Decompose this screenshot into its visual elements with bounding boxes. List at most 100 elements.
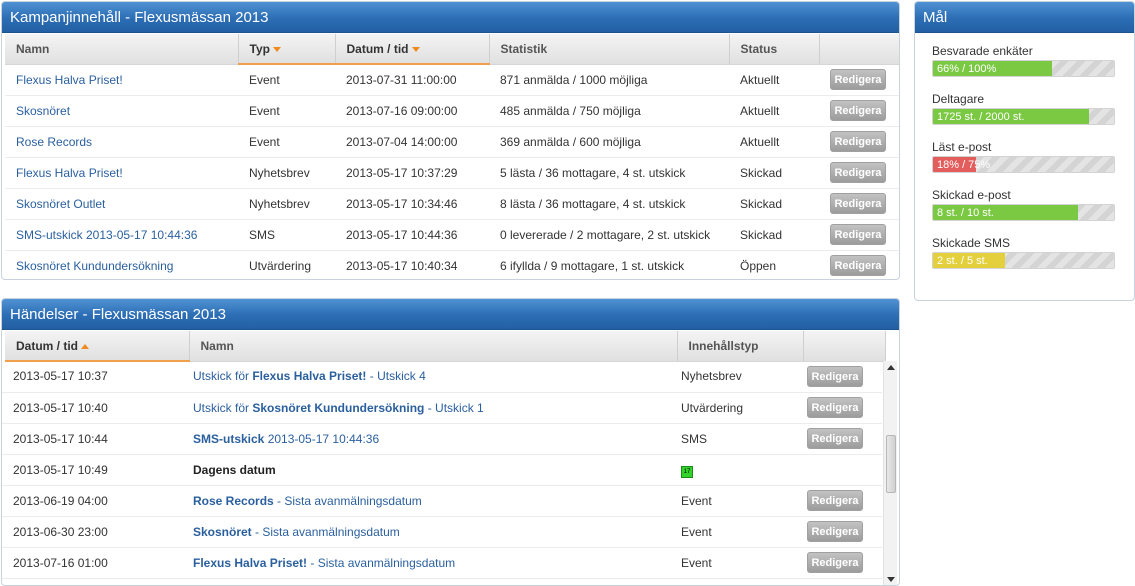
cell-content-type: SMS bbox=[670, 423, 796, 455]
edit-button[interactable]: Redigera bbox=[830, 193, 886, 214]
cell-content-type: Utvärdering bbox=[670, 392, 796, 424]
edit-button[interactable]: Redigera bbox=[807, 365, 863, 387]
cell-name[interactable]: Utskick för Flexus Halva Priset! - Utski… bbox=[182, 361, 670, 393]
column-label: Status bbox=[740, 41, 778, 56]
content-link[interactable]: Flexus Halva Priset! bbox=[16, 166, 123, 180]
cell-name: SMS-utskick 2013-05-17 10:44:36 bbox=[5, 219, 238, 251]
column-label: Innehållstyp bbox=[688, 338, 759, 353]
table-row: 2013-05-17 10:40 Utskick för Skosnöret Ku… bbox=[2, 392, 882, 424]
cell-name: Dagens datum bbox=[182, 454, 670, 486]
cell-datetime: 2013-05-17 10:40:34 bbox=[335, 250, 489, 279]
cell-actions bbox=[796, 454, 882, 486]
cell-actions: Redigera bbox=[819, 219, 899, 251]
table-row: 2013-05-17 10:44 SMS-utskick 2013-05-17 1… bbox=[2, 423, 882, 455]
events-panel-title: Händelser - Flexusmässan 2013 bbox=[2, 299, 899, 330]
calendar-icon: 17 bbox=[681, 465, 693, 478]
content-link[interactable]: Skosnöret Outlet bbox=[16, 197, 105, 211]
cell-status: Aktuellt bbox=[729, 126, 819, 158]
column-header-name[interactable]: Namn bbox=[5, 34, 239, 65]
scroll-thumb[interactable] bbox=[886, 435, 896, 493]
cell-name: Skosnöret Kundundersökning bbox=[5, 250, 238, 279]
content-type-label: Event bbox=[681, 524, 712, 539]
goal-value: 8 st. / 10 st. bbox=[937, 207, 994, 219]
table-row: Flexus Halva Priset! Nyhetsbrev 2013-05-17… bbox=[5, 157, 899, 189]
cell-datetime: 2013-05-17 10:44:36 bbox=[335, 219, 489, 251]
table-row: 2013-05-17 10:37 Utskick för Flexus Halva… bbox=[2, 361, 882, 393]
cell-content-type: Event bbox=[670, 547, 796, 579]
column-header-actions bbox=[803, 331, 886, 362]
cell-actions: Redigera bbox=[796, 361, 882, 393]
campaign-panel-title: Kampanjinnehåll - Flexusmässan 2013 bbox=[2, 2, 899, 33]
event-suffix: - Sista avanmälningsdatum bbox=[307, 555, 456, 570]
scroll-up-icon[interactable] bbox=[887, 365, 895, 370]
cell-datetime: 2013-05-17 10:34:46 bbox=[335, 188, 489, 220]
event-title: Dagens datum bbox=[193, 462, 276, 477]
goal-label: Läst e-post bbox=[932, 140, 992, 154]
events-list[interactable]: 2013-05-17 10:37 Utskick för Flexus Halva… bbox=[2, 361, 882, 585]
campaign-table-header: Namn Typ Datum / tid Statistik Status bbox=[5, 34, 899, 65]
table-row: Skosnöret Kundundersökning Utvärdering 201… bbox=[5, 250, 899, 279]
edit-button[interactable]: Redigera bbox=[830, 100, 886, 121]
cell-datetime: 2013-06-30 23:00 bbox=[2, 516, 182, 548]
table-row: 2013-07-16 01:00 Flexus Halva Priset! - S… bbox=[2, 547, 882, 579]
goal-label: Deltagare bbox=[932, 92, 985, 106]
event-suffix: 2013-05-17 10:44:36 bbox=[264, 431, 380, 446]
cell-name[interactable]: Skosnöret - Sista avanmälningsdatum bbox=[182, 516, 670, 548]
content-link[interactable]: SMS-utskick 2013-05-17 10:44:36 bbox=[16, 228, 197, 242]
cell-datetime: 2013-05-17 10:44 bbox=[2, 423, 182, 455]
cell-actions: Redigera bbox=[796, 485, 882, 517]
event-prefix: Utskick för bbox=[193, 400, 253, 415]
column-header-datetime[interactable]: Datum / tid bbox=[335, 34, 490, 65]
cell-actions: Redigera bbox=[819, 250, 899, 279]
column-label: Typ bbox=[249, 41, 270, 56]
goal-value: 2 st. / 5 st. bbox=[937, 255, 988, 267]
goal-item: Skickade SMS 2 st. / 5 st. bbox=[932, 236, 1117, 269]
cell-name[interactable]: SMS-utskick 2013-05-17 10:44:36 bbox=[182, 423, 670, 455]
edit-button[interactable]: Redigera bbox=[807, 428, 863, 449]
edit-button[interactable]: Redigera bbox=[807, 552, 863, 573]
cell-datetime: 2013-05-17 10:40 bbox=[2, 392, 182, 424]
cell-actions: Redigera bbox=[796, 516, 882, 548]
cell-stats: 6 ifyllda / 9 mottagare, 1 st. utskick bbox=[489, 250, 729, 279]
edit-button[interactable]: Redigera bbox=[807, 397, 863, 418]
edit-button[interactable]: Redigera bbox=[807, 521, 863, 542]
edit-button[interactable]: Redigera bbox=[830, 69, 886, 90]
column-label: Namn bbox=[16, 41, 50, 56]
cell-name[interactable]: Flexus Halva Priset! - Sista avanmälning… bbox=[182, 547, 670, 579]
edit-button[interactable]: Redigera bbox=[830, 162, 886, 183]
column-header-type[interactable]: Typ bbox=[238, 34, 336, 65]
edit-button[interactable]: Redigera bbox=[830, 224, 886, 245]
scroll-down-icon[interactable] bbox=[887, 577, 895, 582]
content-link[interactable]: Rose Records bbox=[16, 135, 92, 149]
column-header-status[interactable]: Status bbox=[729, 34, 820, 65]
goal-item: Besvarade enkäter 66% / 100% bbox=[932, 44, 1117, 77]
cell-actions: Redigera bbox=[796, 423, 882, 455]
column-header-stats[interactable]: Statistik bbox=[489, 34, 730, 65]
table-row: Rose Records Event 2013-07-04 14:00:00 369 … bbox=[5, 126, 899, 158]
edit-button[interactable]: Redigera bbox=[807, 490, 863, 511]
edit-button[interactable]: Redigera bbox=[830, 131, 886, 152]
cell-name: Skosnöret bbox=[5, 95, 238, 127]
cell-name[interactable]: Utskick för Skosnöret Kundundersökning -… bbox=[182, 392, 670, 424]
cell-type: Nyhetsbrev bbox=[238, 188, 335, 220]
edit-button[interactable]: Redigera bbox=[830, 255, 886, 276]
content-link[interactable]: Flexus Halva Priset! bbox=[16, 73, 123, 87]
cell-type: Event bbox=[238, 126, 335, 158]
column-header-content-type[interactable]: Innehållstyp bbox=[677, 331, 804, 362]
column-header-name[interactable]: Namn bbox=[189, 331, 678, 362]
goal-item: Skickad e-post 8 st. / 10 st. bbox=[932, 188, 1117, 221]
cell-name: Flexus Halva Priset! bbox=[5, 157, 238, 189]
cell-datetime: 2013-07-04 14:00:00 bbox=[335, 126, 489, 158]
content-link[interactable]: Skosnöret Kundundersökning bbox=[16, 259, 173, 273]
cell-name[interactable]: Rose Records - Sista avanmälningsdatum bbox=[182, 485, 670, 517]
cell-status: Aktuellt bbox=[729, 64, 819, 96]
campaign-panel: Kampanjinnehåll - Flexusmässan 2013 Namn… bbox=[1, 1, 900, 280]
content-link[interactable]: Skosnöret bbox=[16, 104, 70, 118]
column-header-datetime[interactable]: Datum / tid bbox=[5, 331, 190, 362]
events-scrollbar[interactable] bbox=[883, 361, 897, 585]
cell-name: Skosnöret Outlet bbox=[5, 188, 238, 220]
table-row: Skosnöret Outlet Nyhetsbrev 2013-05-17 10:… bbox=[5, 188, 899, 220]
cell-actions: Redigera bbox=[796, 547, 882, 579]
event-suffix: - Sista avanmälningsdatum bbox=[251, 524, 400, 539]
events-table-header-row: Datum / tid Namn Innehållstyp bbox=[5, 331, 886, 362]
